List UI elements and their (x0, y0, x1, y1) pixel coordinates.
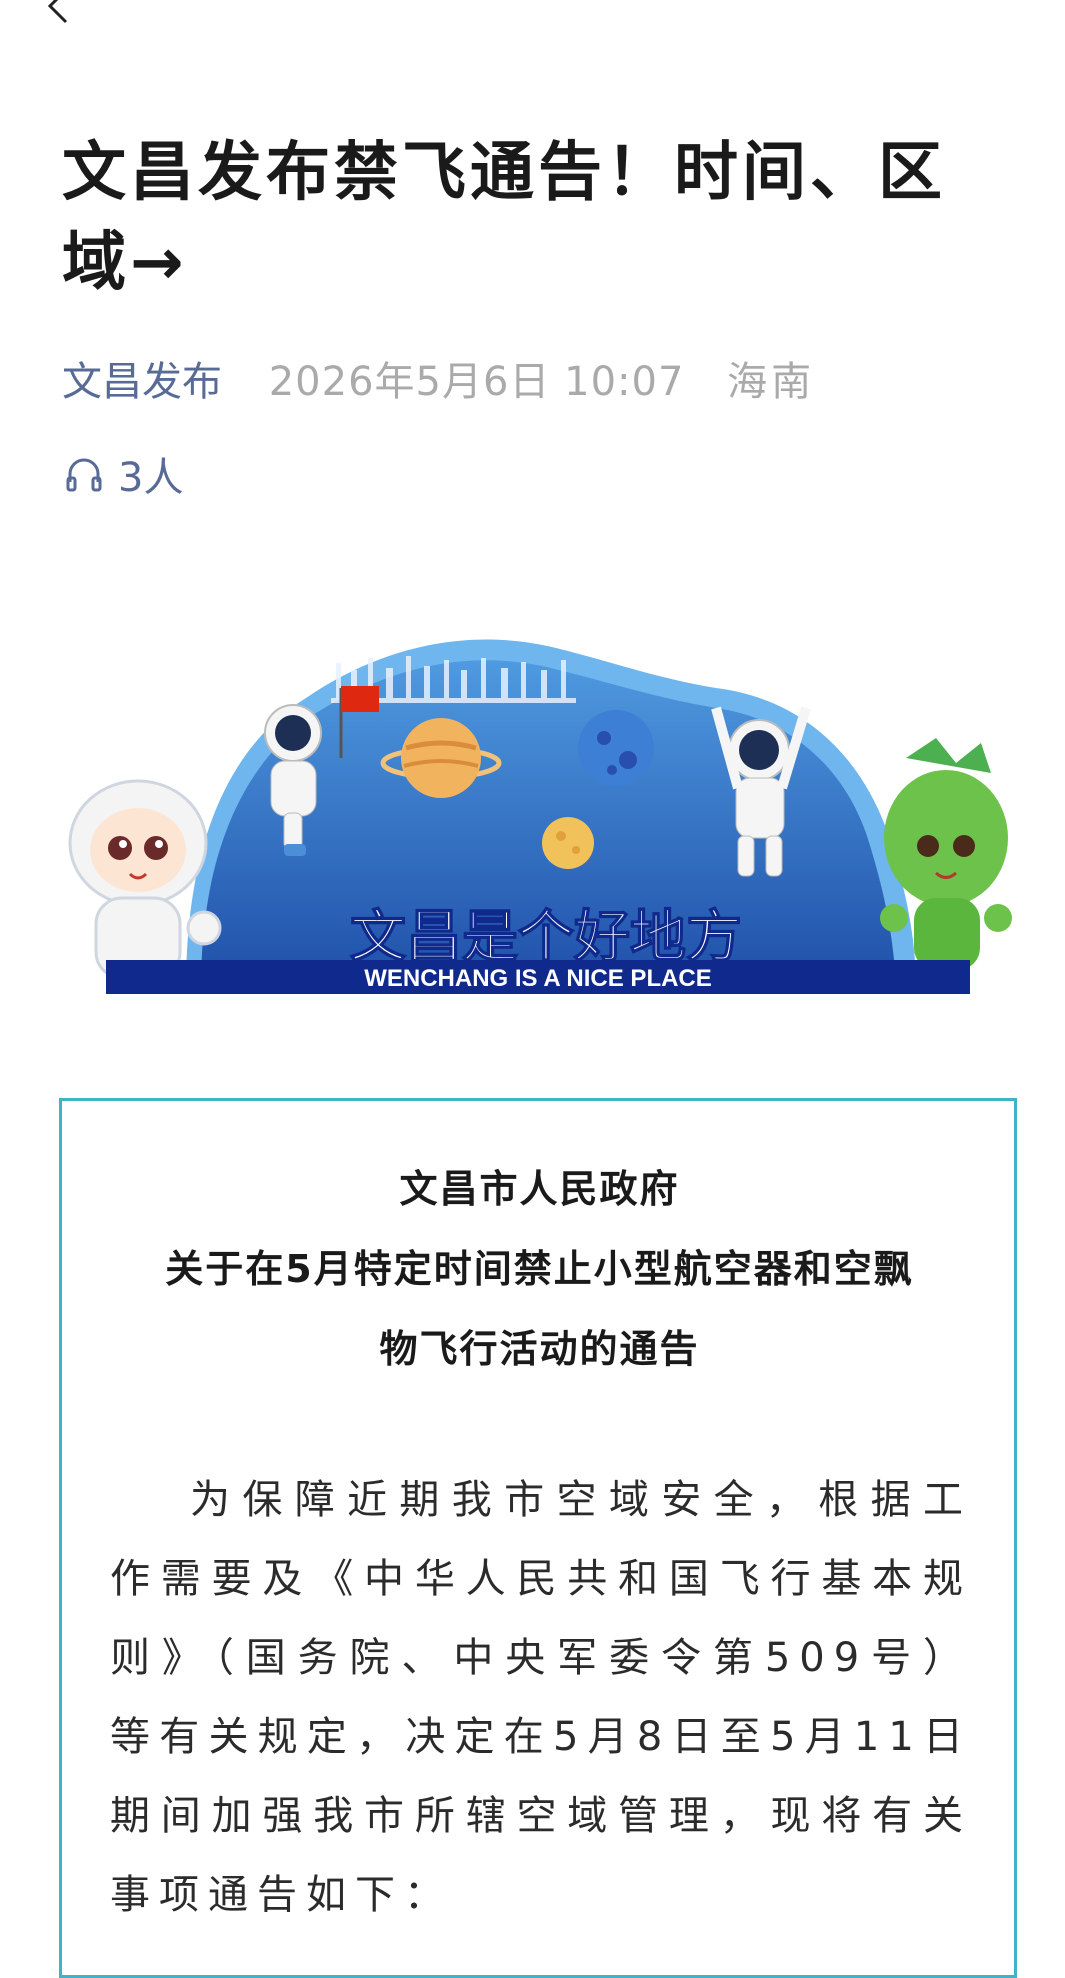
moon-icon (578, 710, 654, 786)
banner-image: 文昌是个好地方 WENCHANG IS A NICE PLACE (68, 639, 1012, 994)
listen-button[interactable]: 3人 (64, 446, 183, 502)
listen-count: 3人 (118, 455, 184, 501)
headphones-icon (66, 458, 102, 492)
notice-issuer: 文昌市人民政府 (399, 1167, 680, 1211)
notice-box: 文昌市人民政府 关于在5月特定时间禁止小型航空器和空飘 物飞行活动的通告 为保障… (59, 1098, 1017, 1978)
back-arrow-icon[interactable] (38, 0, 78, 26)
article-title: 文昌发布禁飞通告！时间、区域→ (62, 136, 946, 300)
account-name-link[interactable]: 文昌发布 (62, 359, 222, 405)
top-bar: ••• (0, 0, 1065, 30)
notice-body-text: 为保障近期我市空域安全，根据工作需要及《中华人民共和国飞行基本规则》（国务院、中… (110, 1477, 972, 1918)
notice-heading-line2: 物飞行活动的通告 (379, 1327, 700, 1371)
publish-date: 2026年5月6日 10:07 (268, 359, 685, 405)
notice-heading-line1: 关于在5月特定时间禁止小型航空器和空飘 (165, 1247, 914, 1291)
more-dots-icon[interactable]: ••• (965, 0, 1036, 12)
publish-region: 海南 (727, 359, 816, 405)
notice-heading: 文昌市人民政府 关于在5月特定时间禁止小型航空器和空飘 物飞行活动的通告 (122, 1149, 957, 1389)
article-meta: 文昌发布 2026年5月6日 10:07 海南 (62, 354, 815, 410)
small-planet-icon (542, 817, 594, 869)
banner-slogan-en: WENCHANG IS A NICE PLACE (364, 965, 712, 992)
